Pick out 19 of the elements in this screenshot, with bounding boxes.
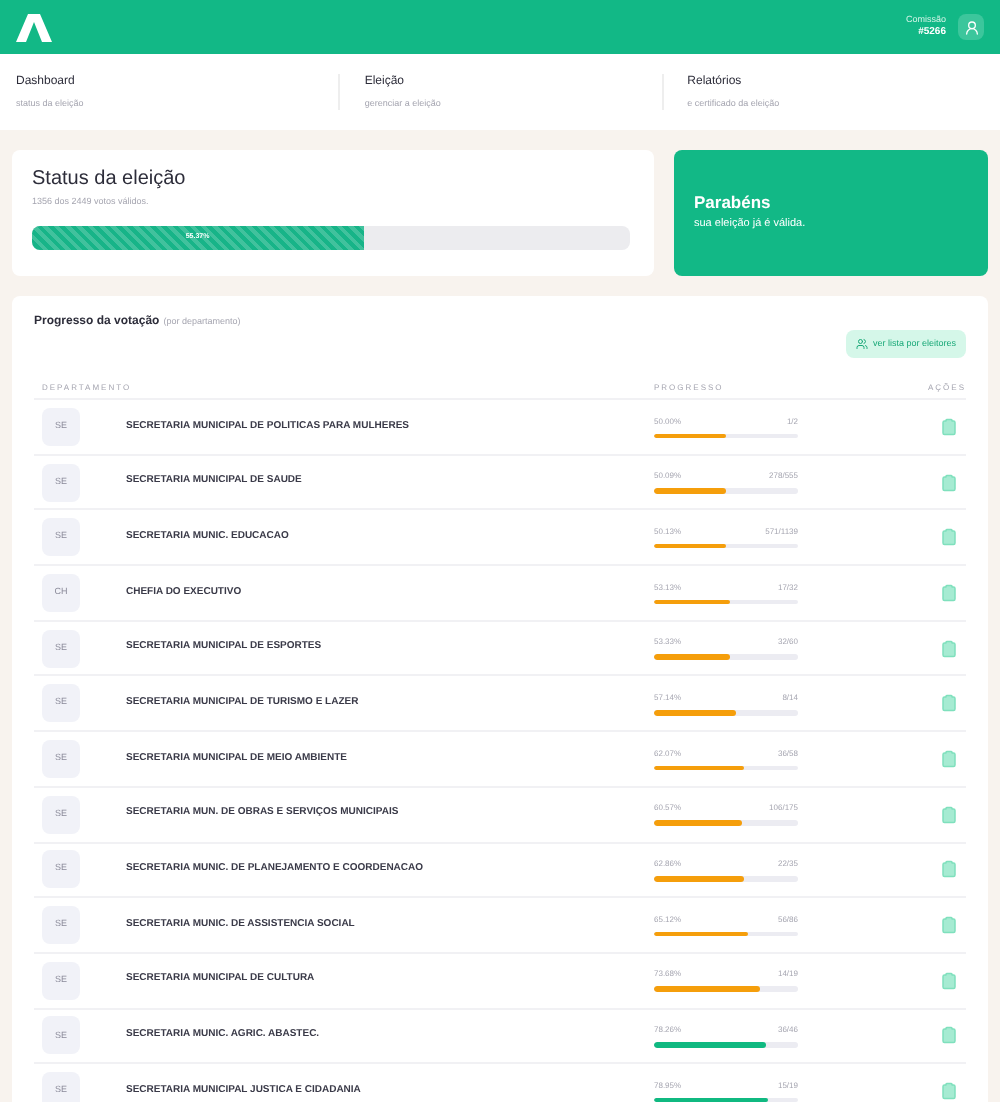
users-icon [856,338,869,350]
clipboard-icon[interactable] [940,694,958,713]
clipboard-icon[interactable] [940,805,958,824]
clipboard-icon[interactable] [940,1026,958,1045]
clipboard-icon[interactable] [940,417,958,436]
status-title: Status da eleição [32,170,188,190]
clipboard-icon[interactable] [940,528,958,547]
user-icon [963,19,979,35]
clipboard-icon[interactable] [940,749,958,768]
profile-button[interactable] [958,14,984,40]
clipboard-icon[interactable] [940,860,958,879]
clipboard-icon[interactable] [940,583,958,602]
clipboard-icon[interactable] [940,916,958,935]
clipboard-icon[interactable] [940,639,958,658]
clipboard-icon[interactable] [940,473,958,492]
success-title: Parabéns [694,194,773,212]
clipboard-icon[interactable] [940,1082,958,1101]
clipboard-icon[interactable] [940,971,958,990]
logo-icon[interactable] [16,13,52,41]
